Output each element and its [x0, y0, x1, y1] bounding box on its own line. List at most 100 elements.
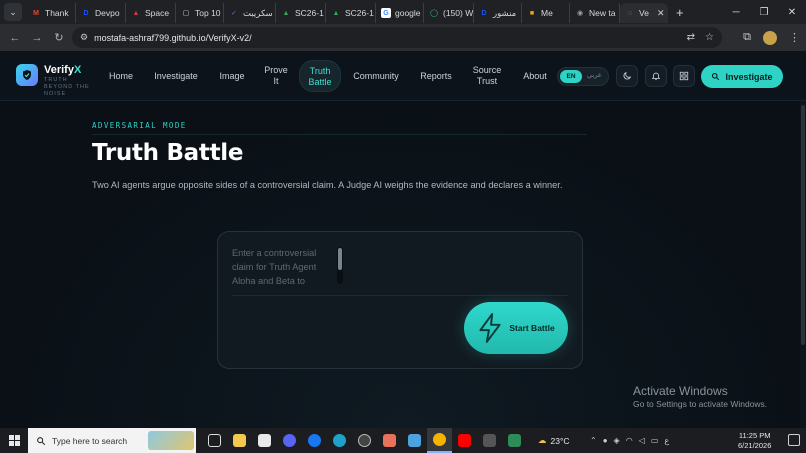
- browser-tab[interactable]: ▢ Top 10: [176, 3, 224, 23]
- browser-tab[interactable]: M Thank: [26, 3, 76, 23]
- address-bar[interactable]: ⚙ mostafa-ashraf799.github.io/VerifyX-v2…: [72, 27, 722, 48]
- page-scrollbar-thumb[interactable]: [801, 105, 805, 345]
- browser-tab[interactable]: Ggoogle: [376, 3, 424, 23]
- site-info-icon[interactable]: ⚙: [80, 32, 88, 43]
- browser-tab-label: سكريبت: [243, 7, 273, 18]
- tab-search-button[interactable]: ⌄: [4, 3, 22, 21]
- browser-tab[interactable]: ■ Me: [522, 3, 570, 23]
- browser-tab[interactable]: D Devpo: [76, 3, 126, 23]
- input-lang-indicator[interactable]: ع: [664, 436, 669, 445]
- windows-taskbar: ☁ 23°C ⌃ ● ◈ ◠ ◁ ▭ ع 11:25 PM 6/21/2026: [0, 428, 806, 453]
- brand-main: Verify: [44, 64, 74, 76]
- meet-icon: ■: [529, 9, 535, 17]
- nav-link-image[interactable]: Image: [218, 71, 246, 82]
- claim-scrollbar[interactable]: [337, 247, 343, 284]
- brand-accent: X: [73, 64, 82, 76]
- battery-icon[interactable]: ▭: [651, 436, 659, 445]
- browser-tab[interactable]: ▲ SC26-1: [276, 3, 326, 23]
- mail-icon[interactable]: [252, 428, 277, 453]
- network-icon[interactable]: ◈: [614, 436, 620, 445]
- claim-scrollbar-thumb[interactable]: [338, 248, 342, 270]
- close-window-button[interactable]: ✕: [778, 0, 806, 24]
- taskbar-search[interactable]: [28, 428, 196, 453]
- start-battle-button[interactable]: Start Battle: [464, 302, 568, 354]
- lang-en-option[interactable]: EN: [560, 70, 582, 83]
- app-icon[interactable]: [402, 428, 427, 453]
- volume-icon[interactable]: ◁: [639, 436, 645, 445]
- bookmark-star-icon[interactable]: ☆: [705, 32, 714, 43]
- notification-center-icon[interactable]: [788, 434, 800, 446]
- task-view-icon[interactable]: [202, 428, 227, 453]
- browser-tab-label: Ve: [639, 8, 649, 18]
- nav-link-community[interactable]: Community: [350, 71, 402, 82]
- mic-icon[interactable]: ●: [603, 436, 608, 445]
- page-scrollbar[interactable]: [800, 101, 806, 428]
- extensions-icon[interactable]: ⧉: [743, 31, 751, 44]
- browser-tab[interactable]: ▲ SC26-1: [326, 3, 376, 23]
- windows-start-button[interactable]: [0, 428, 28, 453]
- browser-tab[interactable]: ◉ New ta: [570, 3, 620, 23]
- search-icon: [712, 72, 720, 81]
- translate-icon[interactable]: ⇄: [687, 32, 695, 43]
- page-title: Truth Battle: [92, 140, 244, 166]
- browser-tab[interactable]: ✓ سكريبت: [224, 3, 276, 23]
- forward-button[interactable]: →: [26, 32, 48, 44]
- nav-link-reports[interactable]: Reports: [418, 71, 454, 82]
- browser-tab[interactable]: ▲ Space: [126, 3, 176, 23]
- browser-tab[interactable]: ◯ (150) W: [424, 3, 474, 23]
- chrome-icon[interactable]: [427, 428, 452, 453]
- site-navbar: VerifyX TRUTH BEYOND THE NOISE Home Inves…: [0, 51, 806, 101]
- verifyx-logo-icon[interactable]: [16, 64, 38, 86]
- script-icon: ✓: [231, 10, 237, 17]
- brand-name[interactable]: VerifyX: [44, 64, 81, 76]
- taskbar-clock[interactable]: 11:25 PM 6/21/2026: [738, 431, 771, 451]
- system-tray: ⌃ ● ◈ ◠ ◁ ▭ ع: [590, 428, 669, 453]
- claim-input[interactable]: [232, 246, 340, 284]
- obs-icon[interactable]: [352, 428, 377, 453]
- file-explorer-icon[interactable]: [227, 428, 252, 453]
- app2-icon[interactable]: [477, 428, 502, 453]
- language-toggle[interactable]: EN عربي: [557, 67, 609, 86]
- paint-icon[interactable]: [377, 428, 402, 453]
- nav-link-truth-battle[interactable]: Truth Battle: [299, 60, 341, 92]
- reload-button[interactable]: ↻: [48, 31, 70, 44]
- facebook-icon[interactable]: [302, 428, 327, 453]
- clock-time: 11:25 PM: [738, 431, 771, 440]
- browser-tab-label: Devpo: [95, 8, 120, 18]
- minimize-button[interactable]: ─: [722, 0, 750, 24]
- browser-tab-label: منشور: [493, 7, 517, 18]
- browser-tab-label: New ta: [589, 8, 616, 18]
- youtube-icon[interactable]: [452, 428, 477, 453]
- wifi-icon[interactable]: ◠: [626, 436, 633, 445]
- investigate-cta-button[interactable]: Investigate: [701, 65, 783, 88]
- close-tab-icon[interactable]: ✕: [657, 8, 665, 19]
- browser-tab[interactable]: D منشور: [474, 3, 522, 23]
- weather-widget[interactable]: ☁ 23°C: [538, 428, 570, 453]
- browser-menu-icon[interactable]: ⋮: [789, 31, 800, 44]
- restore-button[interactable]: ❐: [750, 0, 778, 24]
- bell-icon: [651, 72, 661, 80]
- discord-icon[interactable]: [277, 428, 302, 453]
- eyebrow-divider: [92, 134, 587, 135]
- back-button[interactable]: ←: [4, 32, 26, 44]
- edge-icon[interactable]: [327, 428, 352, 453]
- nav-link-home[interactable]: Home: [108, 71, 134, 82]
- nav-link-source-trust[interactable]: Source Trust: [470, 65, 504, 87]
- apps-grid-button[interactable]: [673, 65, 695, 87]
- gmail-icon: M: [33, 9, 39, 17]
- new-tab-button[interactable]: +: [676, 5, 684, 20]
- nav-link-investigate[interactable]: Investigate: [152, 71, 200, 82]
- terminal-icon[interactable]: [502, 428, 527, 453]
- lang-ar-option[interactable]: عربي: [587, 71, 602, 79]
- notifications-button[interactable]: [645, 65, 667, 87]
- tray-chevron-icon[interactable]: ⌃: [590, 436, 597, 445]
- nav-link-prove-it[interactable]: Prove It: [262, 65, 290, 87]
- taskbar-search-input[interactable]: [52, 435, 152, 446]
- nav-link-about[interactable]: About: [520, 71, 550, 82]
- tab-list: M Thank D Devpo ▲ Space ▢ Top 10 ✓ سكريبت ▲ SC26-1 ▲…: [26, 0, 684, 24]
- profile-avatar[interactable]: [763, 30, 777, 45]
- browser-tab-label: SC26-1: [295, 8, 324, 18]
- theme-toggle-button[interactable]: [616, 65, 638, 87]
- browser-tab[interactable]: ◌ Ve ✕: [620, 3, 668, 23]
- battle-input-card: Start Battle: [217, 231, 583, 369]
